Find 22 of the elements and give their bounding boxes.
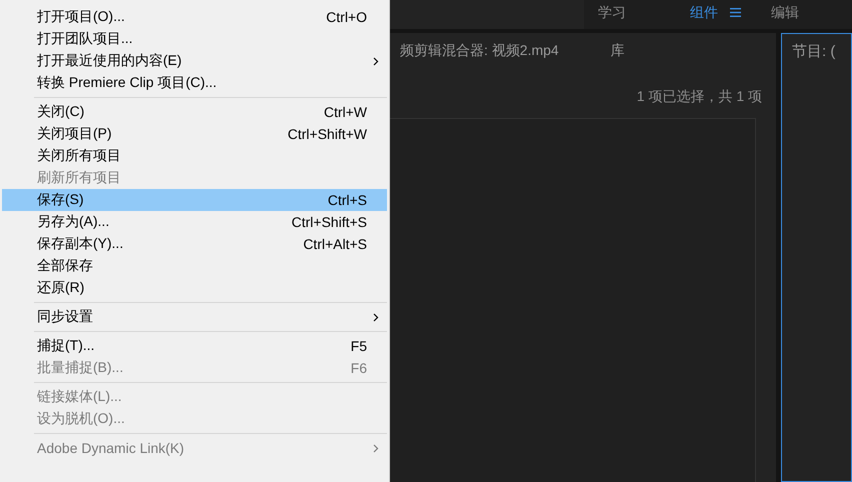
menu-item[interactable]: 保存副本(Y)... Ctrl+Alt+S bbox=[2, 233, 387, 255]
menu-item[interactable]: 捕捉(T)... F5 bbox=[2, 335, 387, 357]
menu-item[interactable]: 关闭所有项目 bbox=[2, 145, 387, 167]
workspace-tab[interactable]: 组件 bbox=[678, 4, 730, 22]
selection-count: 1 项已选择，共 1 项 bbox=[636, 88, 762, 106]
menu-item[interactable]: 关闭(C) Ctrl+W bbox=[2, 101, 387, 123]
panel-tab[interactable]: 频剪辑混合器: 视频2.mp4 bbox=[400, 42, 559, 68]
menu-item[interactable]: 打开最近使用的内容(E) bbox=[2, 50, 387, 72]
menu-item[interactable]: 还原(R) bbox=[2, 277, 387, 299]
menu-item[interactable]: 同步设置 bbox=[2, 306, 387, 328]
workspace-tab[interactable]: 编辑 bbox=[759, 4, 811, 22]
panel-title: 节目: ( bbox=[792, 43, 836, 60]
menu-item[interactable]: 另存为(A)... Ctrl+Shift+S bbox=[2, 211, 387, 233]
menu-item[interactable]: 打开项目(O)... Ctrl+O bbox=[2, 6, 387, 28]
menu-item[interactable]: 保存(S) Ctrl+S bbox=[2, 189, 387, 211]
menu-item[interactable]: 全部保存 bbox=[2, 255, 387, 277]
menu-icon[interactable] bbox=[730, 8, 741, 17]
workspace-tab[interactable]: 学习 bbox=[586, 4, 638, 22]
menu-item[interactable]: 转换 Premiere Clip 项目(C)... bbox=[2, 72, 387, 94]
menu-item[interactable]: 打开团队项目... bbox=[2, 28, 387, 50]
panel-tab[interactable]: 库 bbox=[610, 42, 625, 68]
menu-item[interactable]: 关闭项目(P) Ctrl+Shift+W bbox=[2, 123, 387, 145]
